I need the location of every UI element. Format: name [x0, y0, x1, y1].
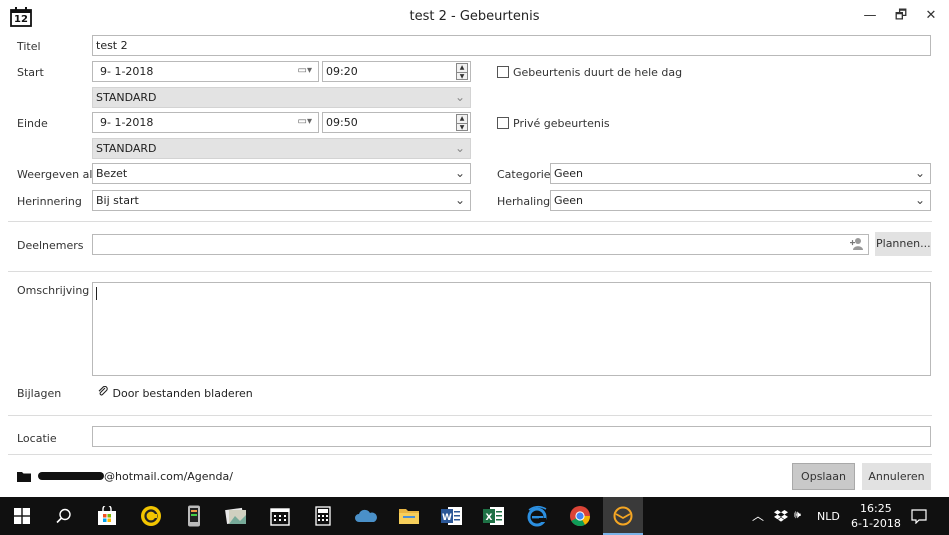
allday-checkbox[interactable] — [497, 66, 509, 78]
store-icon[interactable] — [87, 497, 127, 535]
divider — [8, 415, 932, 416]
dropbox-icon[interactable] — [774, 510, 788, 525]
reminder-select[interactable]: Bij start ⌄ — [92, 190, 471, 211]
app-yellow-circle-icon[interactable] — [131, 497, 171, 535]
photos-app-icon[interactable] — [216, 497, 256, 535]
attachments-label: Bijlagen — [17, 387, 62, 400]
account-path: @hotmail.com/Agenda/ — [104, 470, 233, 483]
start-label: Start — [17, 66, 44, 79]
notifications-icon[interactable] — [911, 509, 927, 527]
end-time-spinner[interactable]: ▲ ▼ — [456, 114, 468, 131]
repeat-select[interactable]: Geen ⌄ — [550, 190, 931, 211]
volume-icon[interactable]: 🕪 — [794, 508, 801, 522]
private-label: Privé gebeurtenis — [513, 117, 610, 130]
spin-down-icon[interactable]: ▼ — [457, 123, 467, 131]
location-label: Locatie — [17, 432, 57, 445]
svg-text:X: X — [486, 513, 493, 523]
chevron-down-icon: ⌄ — [914, 166, 925, 180]
clock-time[interactable]: 16:25 — [860, 502, 892, 515]
description-textarea[interactable] — [92, 282, 931, 376]
attendees-input[interactable] — [92, 234, 869, 255]
add-person-icon[interactable] — [850, 237, 864, 253]
show-as-select[interactable]: Bezet ⌄ — [92, 163, 471, 184]
start-time-spinner[interactable]: ▲ ▼ — [456, 63, 468, 80]
calculator-icon[interactable] — [303, 497, 343, 535]
maximize-button[interactable]: 🗗 — [886, 4, 916, 28]
category-label: Categorie — [497, 168, 551, 181]
browse-files-link[interactable]: Door bestanden bladeren — [98, 385, 253, 400]
chrome-icon[interactable] — [560, 497, 600, 535]
calendar-dropdown-icon[interactable]: ▭▾ — [298, 65, 312, 76]
spin-down-icon[interactable]: ▼ — [457, 72, 467, 80]
internet-explorer-icon[interactable] — [517, 497, 557, 535]
phone-app-icon[interactable] — [174, 497, 214, 535]
title-input[interactable]: test 2 — [92, 35, 931, 56]
onedrive-icon[interactable] — [346, 497, 386, 535]
redacted-username — [38, 472, 104, 480]
title-bar: 12 test 2 - Gebeurtenis — 🗗 ✕ — [0, 0, 949, 34]
reminder-label: Herinnering — [17, 195, 82, 208]
divider — [8, 454, 932, 455]
start-date-picker[interactable]: 9- 1-2018 ▭▾ — [92, 61, 319, 82]
start-time-input[interactable]: 09:20 ▲ ▼ — [322, 61, 471, 82]
category-select[interactable]: Geen ⌄ — [550, 163, 931, 184]
end-timezone-select[interactable]: STANDARD ⌄ — [92, 138, 471, 159]
chevron-down-icon: ⌄ — [914, 193, 925, 207]
browse-files-label: Door bestanden bladeren — [112, 387, 253, 400]
svg-text:W: W — [442, 513, 452, 523]
calendar-taskbar-icon[interactable] — [260, 497, 300, 535]
attendees-label: Deelnemers — [17, 239, 84, 252]
repeat-value: Geen — [554, 194, 584, 207]
allday-label: Gebeurtenis duurt de hele dag — [513, 66, 683, 79]
file-explorer-icon[interactable] — [389, 497, 429, 535]
start-timezone-select[interactable]: STANDARD ⌄ — [92, 87, 471, 108]
chevron-down-icon: ⌄ — [454, 193, 465, 207]
show-as-label: Weergeven als — [17, 168, 99, 181]
taskbar: W X ︿ 🕪 NLD 16:25 6-1-2018 — [0, 497, 949, 535]
clock-date[interactable]: 6-1-2018 — [851, 517, 901, 530]
tray-overflow-chevron-icon[interactable]: ︿ — [752, 507, 764, 524]
chevron-down-icon: ⌄ — [454, 90, 465, 104]
cancel-button[interactable]: Annuleren — [862, 463, 931, 490]
word-icon[interactable]: W — [432, 497, 472, 535]
folder-icon — [17, 471, 32, 485]
excel-icon[interactable]: X — [474, 497, 514, 535]
close-button[interactable]: ✕ — [916, 4, 946, 28]
end-date-picker[interactable]: 9- 1-2018 ▭▾ — [92, 112, 319, 133]
divider — [8, 271, 932, 272]
location-input[interactable] — [92, 426, 931, 447]
plan-button[interactable]: Plannen... — [875, 232, 931, 256]
spin-up-icon[interactable]: ▲ — [457, 64, 467, 72]
start-time-value: 09:20 — [326, 65, 358, 78]
save-button[interactable]: Opslaan — [792, 463, 855, 490]
chevron-down-icon: ⌄ — [454, 166, 465, 180]
description-label: Omschrijving — [17, 284, 90, 297]
minimize-button[interactable]: — — [855, 4, 885, 28]
text-cursor — [96, 287, 97, 300]
start-date-value: 9- 1-2018 — [100, 65, 154, 78]
end-timezone-value: STANDARD — [96, 142, 157, 155]
title-label: Titel — [17, 40, 41, 53]
divider — [8, 221, 932, 222]
category-value: Geen — [554, 167, 584, 180]
paperclip-icon — [98, 385, 109, 400]
start-timezone-value: STANDARD — [96, 91, 157, 104]
spin-up-icon[interactable]: ▲ — [457, 115, 467, 123]
reminder-value: Bij start — [96, 194, 139, 207]
windows-start-icon[interactable] — [2, 497, 42, 535]
input-language[interactable]: NLD — [817, 510, 840, 523]
mail-calendar-app-icon[interactable] — [603, 497, 643, 535]
end-time-value: 09:50 — [326, 116, 358, 129]
end-time-input[interactable]: 09:50 ▲ ▼ — [322, 112, 471, 133]
search-icon[interactable] — [44, 497, 84, 535]
private-checkbox[interactable] — [497, 117, 509, 129]
show-as-value: Bezet — [96, 167, 128, 180]
end-label: Einde — [17, 117, 48, 130]
end-date-value: 9- 1-2018 — [100, 116, 154, 129]
repeat-label: Herhaling — [497, 195, 551, 208]
calendar-dropdown-icon[interactable]: ▭▾ — [298, 116, 312, 127]
window-title: test 2 - Gebeurtenis — [409, 9, 540, 24]
chevron-down-icon: ⌄ — [454, 141, 465, 155]
